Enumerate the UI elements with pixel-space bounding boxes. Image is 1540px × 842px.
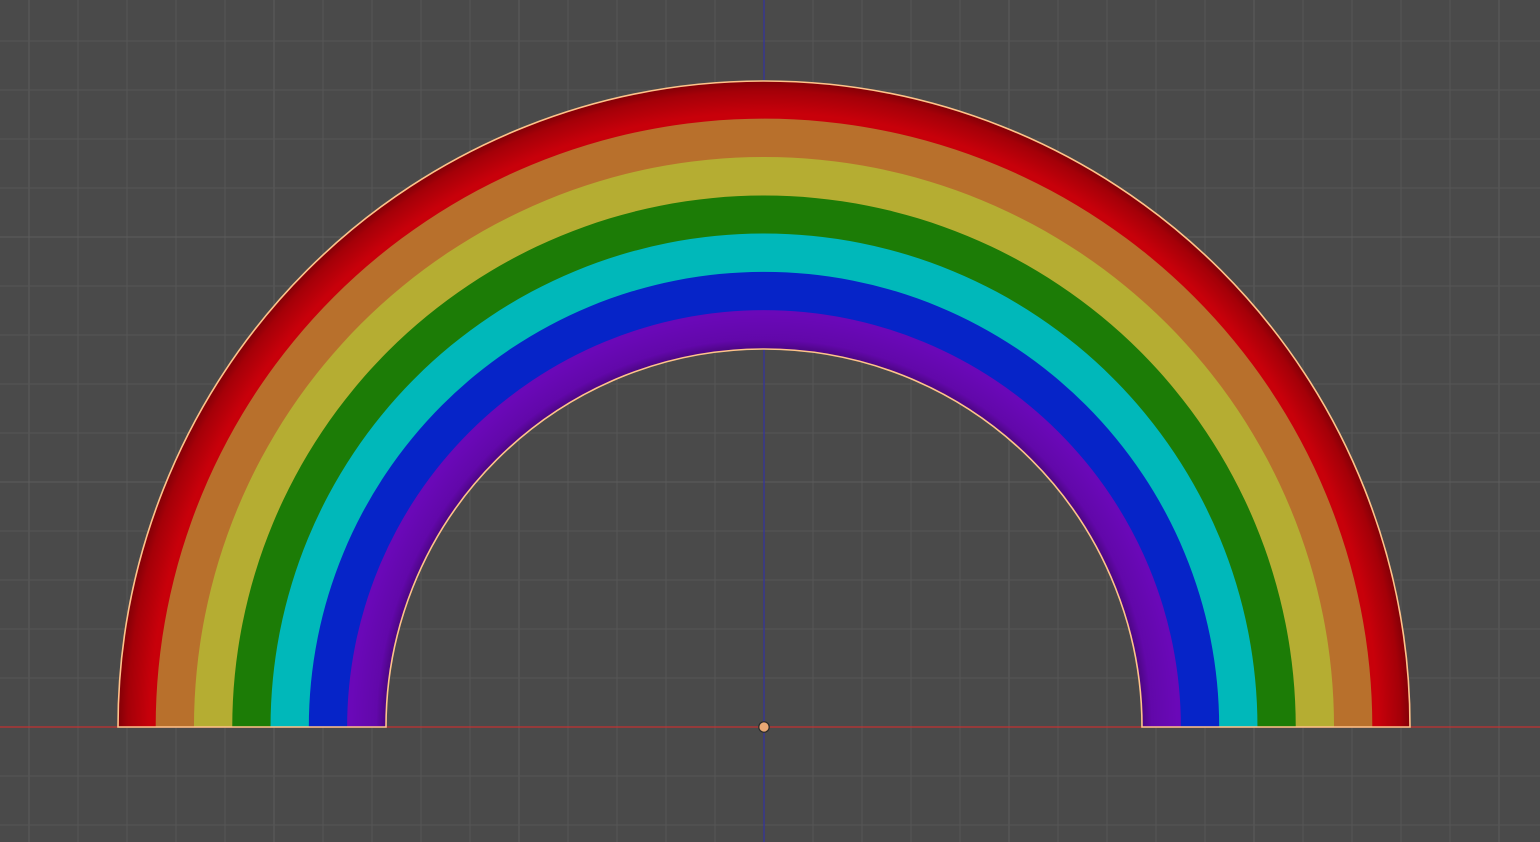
viewport-canvas[interactable] [0,0,1540,842]
3d-viewport[interactable] [0,0,1540,842]
object-origin-dot-icon[interactable] [758,721,770,733]
